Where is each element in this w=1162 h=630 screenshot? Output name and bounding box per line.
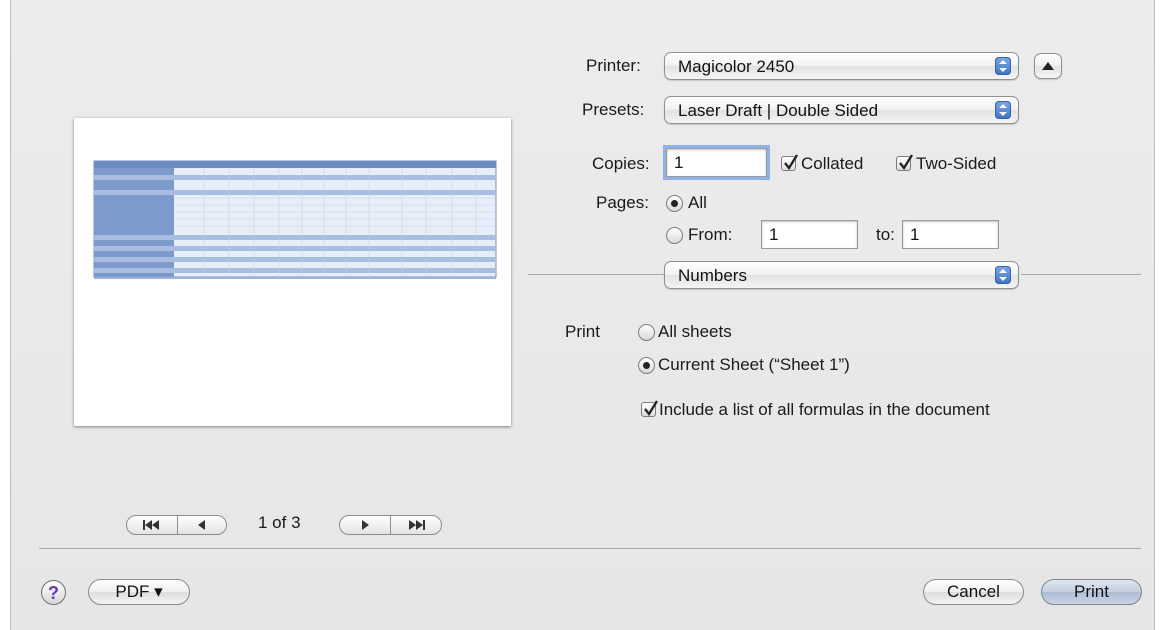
collated-label: Collated bbox=[801, 154, 864, 173]
cancel-label: Cancel bbox=[947, 582, 1000, 601]
pages-label: Pages: bbox=[596, 193, 649, 212]
pages-from-radio[interactable] bbox=[666, 227, 683, 244]
collated-checkbox[interactable] bbox=[781, 154, 798, 171]
printer-popup[interactable]: Magicolor 2450 bbox=[664, 52, 1019, 80]
page-preview bbox=[74, 118, 511, 426]
panel-value: Numbers bbox=[678, 266, 747, 285]
pages-from-field[interactable]: 1 bbox=[761, 220, 858, 249]
preview-forward-group bbox=[339, 515, 442, 535]
first-page-icon bbox=[143, 520, 159, 530]
pages-all-label: All bbox=[688, 193, 707, 212]
cancel-button[interactable]: Cancel bbox=[923, 579, 1024, 605]
checkmark-icon bbox=[899, 154, 913, 170]
current-sheet-radio[interactable] bbox=[638, 357, 655, 374]
popup-arrows-icon bbox=[995, 101, 1011, 119]
divider bbox=[1021, 274, 1141, 275]
current-sheet-label: Current Sheet (“Sheet 1”) bbox=[658, 355, 850, 374]
printer-value: Magicolor 2450 bbox=[678, 57, 795, 76]
checkmark-icon bbox=[784, 154, 798, 170]
copies-field[interactable]: 1 bbox=[666, 148, 767, 177]
disclosure-button[interactable] bbox=[1034, 53, 1062, 79]
presets-value: Laser Draft | Double Sided bbox=[678, 101, 879, 120]
formulas-label: Include a list of all formulas in the do… bbox=[659, 400, 990, 419]
copies-label: Copies: bbox=[592, 154, 650, 173]
print-button-label: Print bbox=[1074, 582, 1109, 601]
formulas-checkbox[interactable] bbox=[641, 400, 658, 417]
pages-from-label: From: bbox=[688, 225, 733, 244]
next-page-button[interactable] bbox=[340, 516, 391, 534]
triangle-up-icon bbox=[1042, 62, 1054, 70]
footer-divider bbox=[39, 548, 1141, 549]
all-sheets-label: All sheets bbox=[658, 322, 732, 341]
previous-page-icon bbox=[198, 520, 205, 530]
help-icon: ? bbox=[48, 583, 59, 603]
panel-popup[interactable]: Numbers bbox=[664, 261, 1019, 289]
presets-label: Presets: bbox=[582, 100, 645, 119]
checkmark-icon bbox=[644, 400, 658, 416]
copies-value: 1 bbox=[674, 153, 684, 172]
print-button[interactable]: Print bbox=[1041, 579, 1142, 605]
two-sided-checkbox[interactable] bbox=[896, 154, 913, 171]
print-label: Print bbox=[565, 322, 600, 341]
pdf-button[interactable]: PDF ▾ bbox=[88, 579, 190, 605]
printer-label: Printer: bbox=[586, 56, 641, 75]
last-page-button[interactable] bbox=[391, 516, 441, 534]
pages-to-label: to: bbox=[876, 225, 895, 244]
two-sided-label: Two-Sided bbox=[916, 154, 997, 173]
preview-back-group bbox=[126, 515, 227, 535]
previous-page-button[interactable] bbox=[178, 516, 226, 534]
first-page-button[interactable] bbox=[127, 516, 178, 534]
pages-from-value: 1 bbox=[769, 225, 779, 244]
next-page-icon bbox=[362, 520, 369, 530]
pages-to-value: 1 bbox=[910, 225, 920, 244]
pdf-label: PDF ▾ bbox=[115, 582, 163, 601]
divider bbox=[528, 274, 664, 275]
pages-all-radio[interactable] bbox=[666, 195, 683, 212]
print-dialog: 1 of 3 Printer: Magicolor 2450 Presets: … bbox=[10, 0, 1155, 630]
presets-popup[interactable]: Laser Draft | Double Sided bbox=[664, 96, 1019, 124]
spreadsheet-thumbnail bbox=[93, 160, 497, 279]
help-button[interactable]: ? bbox=[41, 580, 66, 605]
popup-arrows-icon bbox=[995, 57, 1011, 75]
page-indicator: 1 of 3 bbox=[258, 513, 301, 532]
popup-arrows-icon bbox=[995, 266, 1011, 284]
pages-to-field[interactable]: 1 bbox=[902, 220, 999, 249]
last-page-icon bbox=[409, 520, 425, 530]
all-sheets-radio[interactable] bbox=[638, 324, 655, 341]
